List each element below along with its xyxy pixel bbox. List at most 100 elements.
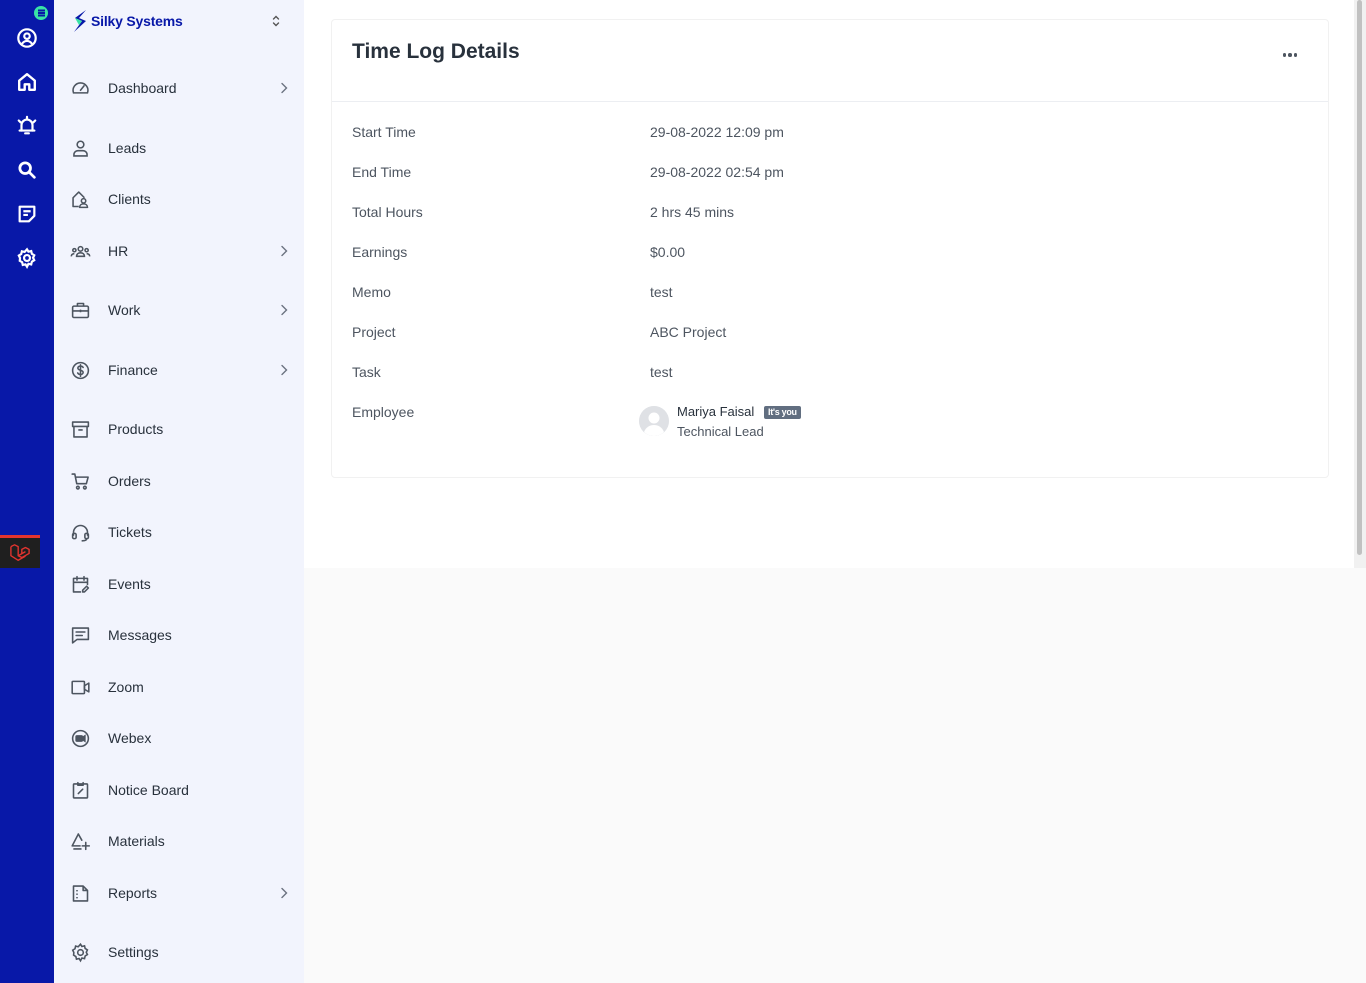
sidebar-item-materials[interactable]: Materials [68, 824, 292, 858]
sidebar-item-settings[interactable]: Settings [68, 935, 292, 969]
detail-label: Earnings [352, 244, 408, 260]
sidebar-item-finance[interactable]: Finance [68, 353, 292, 387]
brand-name: Silky Systems [91, 13, 183, 29]
sidebar-item-label: Tickets [108, 524, 152, 540]
sidebar-item-label: Clients [108, 191, 151, 207]
brand-logo[interactable]: Silky Systems [72, 8, 183, 34]
chevron-right-icon [281, 304, 288, 316]
sidebar-item-label: HR [108, 243, 129, 259]
chat-icon [68, 623, 92, 647]
chevron-right-icon [281, 364, 288, 376]
detail-row-start-time: Start Time 29-08-2022 12:09 pm [352, 124, 1312, 144]
detail-row-project: Project ABC Project [352, 324, 1312, 344]
user-circle-icon[interactable] [15, 26, 39, 50]
employee-designation: Technical Lead [677, 424, 764, 439]
detail-value: 29-08-2022 12:09 pm [650, 124, 784, 140]
scrollbar[interactable] [1354, 0, 1366, 568]
laravel-logo-icon [10, 544, 30, 561]
video-camera-icon [68, 675, 92, 699]
dollar-circle-icon [68, 358, 92, 382]
more-options-button[interactable] [1280, 48, 1300, 62]
dots-horizontal-icon [1282, 53, 1287, 57]
dots-horizontal-icon [1293, 53, 1298, 57]
detail-value: 2 hrs 45 mins [650, 204, 735, 220]
gear-icon[interactable] [15, 246, 39, 270]
scrollbar-thumb[interactable] [1357, 0, 1362, 555]
sidebar-item-label: Work [108, 302, 141, 318]
detail-row-earnings: Earnings $0.00 [352, 244, 1312, 264]
card-header: Time Log Details [332, 20, 1328, 102]
sidebar-item-messages[interactable]: Messages [68, 618, 292, 652]
search-icon[interactable] [15, 158, 39, 182]
sidebar-item-webex[interactable]: Webex [68, 721, 292, 755]
sidebar-item-label: Dashboard [108, 80, 177, 96]
detail-row-memo: Memo test [352, 284, 1312, 304]
briefcase-icon [68, 298, 92, 322]
default-avatar-icon [639, 406, 669, 436]
sidebar-item-notice-board[interactable]: Notice Board [68, 773, 292, 807]
sidebar-item-orders[interactable]: Orders [68, 464, 292, 498]
sidebar-item-clients[interactable]: Clients [68, 182, 292, 216]
detail-value: 29-08-2022 02:54 pm [650, 164, 784, 180]
sidebar-item-zoom[interactable]: Zoom [68, 670, 292, 704]
person-icon [68, 136, 92, 160]
sidebar-item-reports[interactable]: Reports [68, 876, 292, 910]
sidebar-item-label: Products [108, 421, 164, 437]
detail-label: Start Time [352, 124, 416, 140]
detail-row-total-hours: Total Hours 2 hrs 45 mins [352, 204, 1312, 224]
chevron-right-icon [281, 82, 288, 94]
employee-info: Mariya Faisal It's you Technical Lead [639, 403, 939, 443]
file-report-icon [68, 881, 92, 905]
webex-icon [68, 726, 92, 750]
avatar[interactable] [639, 406, 669, 436]
speedometer-icon [68, 76, 92, 100]
sidebar-item-label: Webex [108, 730, 152, 746]
detail-value: test [650, 364, 673, 380]
detail-value: $0.00 [650, 244, 686, 260]
sidebar-item-label: Messages [108, 627, 172, 643]
brand-s-icon [74, 10, 86, 32]
notification-indicator[interactable] [34, 6, 48, 20]
detail-label: Employee [352, 404, 415, 420]
cart-icon [68, 469, 92, 493]
shapes-plus-icon [68, 829, 92, 853]
sidebar-item-leads[interactable]: Leads [68, 131, 292, 165]
sticky-note-icon[interactable] [15, 202, 39, 226]
page-title: Time Log Details [352, 40, 520, 63]
sidebar: Silky Systems Dashboard Leads Clients HR… [54, 0, 304, 983]
sidebar-item-products[interactable]: Products [68, 412, 292, 446]
sidebar-item-work[interactable]: Work [68, 293, 292, 327]
detail-row-task: Task test [352, 364, 1312, 384]
sidebar-item-tickets[interactable]: Tickets [68, 515, 292, 549]
laravel-debugbar-toggle[interactable] [0, 535, 40, 568]
archive-box-icon [68, 417, 92, 441]
sidebar-item-dashboard[interactable]: Dashboard [68, 71, 292, 105]
detail-row-end-time: End Time 29-08-2022 02:54 pm [352, 164, 1312, 184]
sidebar-item-events[interactable]: Events [68, 567, 292, 601]
chevron-up-down-icon[interactable] [270, 13, 282, 29]
calendar-edit-icon [68, 572, 92, 596]
icon-rail [0, 0, 54, 983]
detail-label: Total Hours [352, 204, 423, 220]
its-you-badge: It's you [764, 406, 801, 419]
sidebar-item-hr[interactable]: HR [68, 234, 292, 268]
chevron-right-icon [281, 245, 288, 257]
chevron-right-icon [281, 887, 288, 899]
detail-label: Memo [352, 284, 391, 300]
sidebar-item-label: Settings [108, 944, 159, 960]
people-icon [68, 239, 92, 263]
bell-icon[interactable] [15, 114, 39, 138]
sidebar-item-label: Notice Board [108, 782, 189, 798]
detail-label: End Time [352, 164, 412, 180]
time-log-details-card: Time Log Details Start Time 29-08-2022 1… [331, 19, 1329, 478]
gear-icon [68, 940, 92, 964]
sidebar-item-label: Reports [108, 885, 158, 901]
clipboard-icon [68, 778, 92, 802]
detail-label: Task [352, 364, 381, 380]
sidebar-item-label: Zoom [108, 679, 144, 695]
home-icon[interactable] [15, 70, 39, 94]
sidebar-item-label: Finance [108, 362, 158, 378]
dots-horizontal-icon [1288, 53, 1292, 57]
detail-value: test [650, 284, 673, 300]
employee-name-link[interactable]: Mariya Faisal [677, 404, 754, 419]
